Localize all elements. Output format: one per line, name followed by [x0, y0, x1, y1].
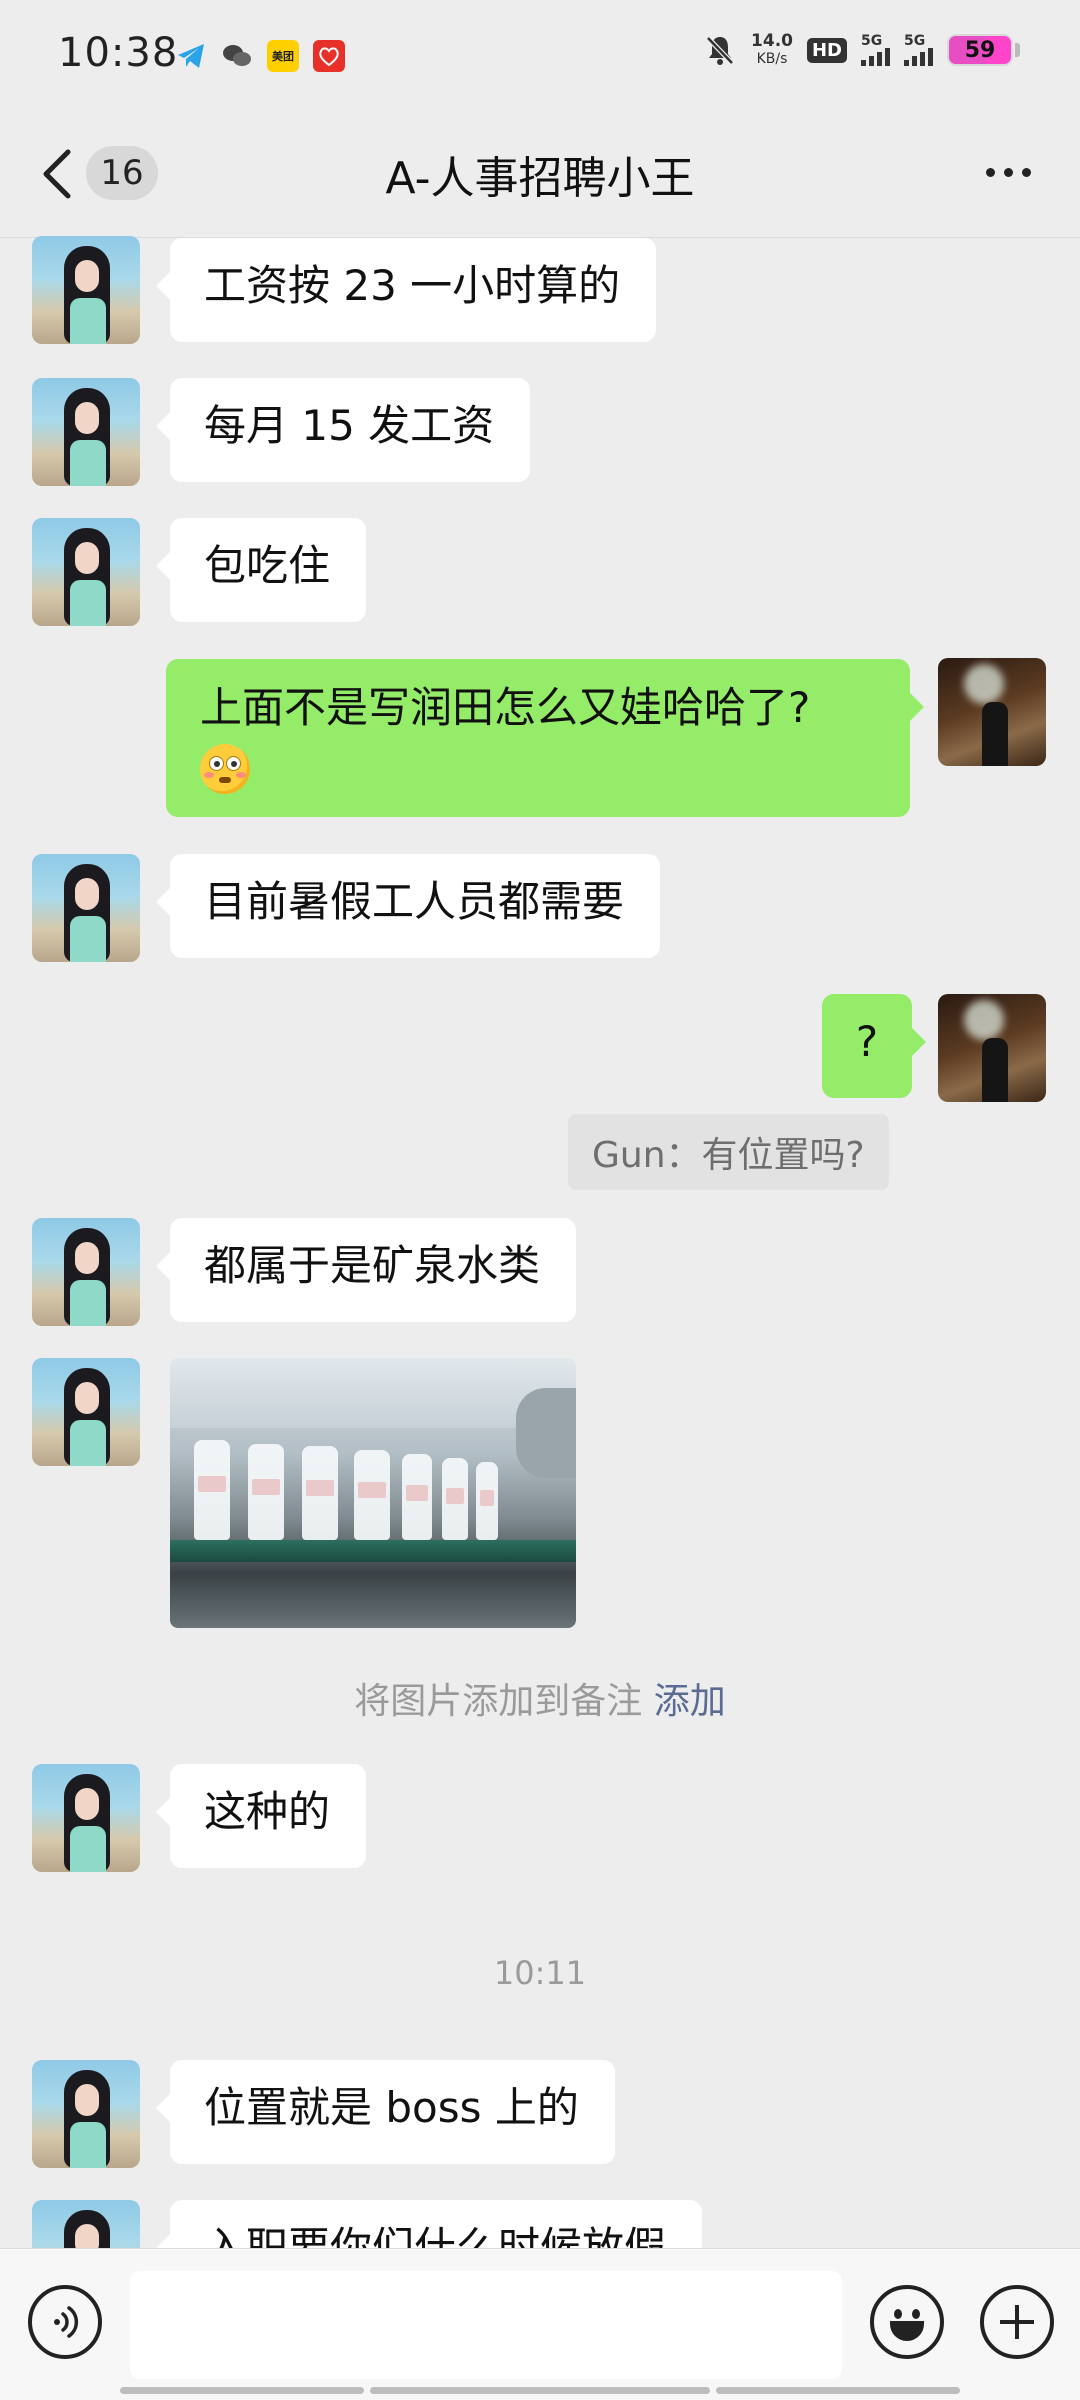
- chat-header: 16 A-人事招聘小王: [0, 110, 1080, 238]
- received-message[interactable]: 工资按 23 一小时算的: [155, 238, 657, 342]
- status-bar: 10:38 美团 14.0 KB/s HD 5G 5G 59: [0, 0, 1080, 110]
- emoji-eye: [894, 2309, 902, 2319]
- image-bottle: [302, 1446, 338, 1540]
- more-dot-icon: [986, 167, 995, 177]
- image-machine-arm: [516, 1388, 576, 1478]
- hd-badge: HD: [806, 37, 847, 63]
- contact-avatar[interactable]: [32, 1358, 140, 1466]
- add-image-note: 将图片添加到备注 添加: [0, 1672, 1080, 1724]
- message-input[interactable]: [130, 2271, 842, 2379]
- image-bottle: [402, 1454, 432, 1540]
- received-message[interactable]: 包吃住: [155, 518, 367, 622]
- received-message[interactable]: 这种的: [155, 1764, 367, 1868]
- image-conveyor: [170, 1540, 576, 1562]
- battery-icon: 59: [947, 34, 1013, 66]
- received-message[interactable]: 都属于是矿泉水类: [155, 1218, 577, 1322]
- nav-handle: [716, 2387, 960, 2394]
- image-bottle: [476, 1462, 498, 1540]
- app-icon: [313, 40, 345, 72]
- battery-indicator: 59: [947, 34, 1020, 66]
- received-image[interactable]: [170, 1358, 576, 1628]
- meituan-icon: 美团: [267, 40, 299, 72]
- mute-icon: [706, 36, 734, 65]
- more-dot-icon: [1004, 167, 1013, 177]
- emoji-mouth: [890, 2321, 924, 2341]
- my-avatar[interactable]: [938, 994, 1046, 1102]
- contact-avatar[interactable]: [32, 1218, 140, 1326]
- net-speed-unit: KB/s: [756, 51, 788, 67]
- telegram-icon: [175, 40, 207, 72]
- nav-handle: [370, 2387, 710, 2394]
- sent-message-text: 上面不是写润田怎么又娃哈哈了?: [200, 683, 811, 732]
- image-bottle: [194, 1440, 230, 1540]
- nav-handle: [120, 2387, 364, 2394]
- net-speed-value: 14.0: [751, 31, 793, 51]
- my-avatar[interactable]: [938, 658, 1046, 766]
- system-indicators: 14.0 KB/s HD 5G 5G 59: [703, 32, 1020, 68]
- message-timestamp: 10:11: [493, 1954, 587, 1992]
- sent-message[interactable]: ?: [822, 994, 926, 1098]
- signal-label: 5G: [904, 33, 926, 49]
- add-note-link[interactable]: 添加: [654, 1681, 726, 1722]
- sent-message[interactable]: 上面不是写润田怎么又娃哈哈了?: [166, 659, 924, 817]
- wechat-icon: [221, 40, 253, 72]
- voice-input-button[interactable]: [28, 2285, 102, 2359]
- signal-label: 5G: [861, 33, 883, 49]
- emoji-button[interactable]: [870, 2285, 944, 2359]
- flushed-face-emoji-icon: [200, 743, 250, 794]
- signal-strength-2: 5G: [904, 34, 933, 66]
- more-options-button[interactable]: [986, 160, 1042, 184]
- signal-bars-icon: [904, 48, 933, 66]
- input-bar: [0, 2248, 1080, 2400]
- more-functions-button[interactable]: [980, 2285, 1054, 2359]
- contact-avatar[interactable]: [32, 378, 140, 486]
- battery-tip: [1015, 43, 1020, 57]
- chat-title: A-人事招聘小王: [385, 153, 695, 204]
- contact-avatar[interactable]: [32, 1764, 140, 1872]
- image-bottle: [248, 1444, 284, 1540]
- notification-icons: 美团: [175, 40, 345, 72]
- emoji-eye: [912, 2309, 920, 2319]
- net-speed: 14.0 KB/s: [751, 32, 793, 68]
- voice-icon: [54, 2306, 79, 2338]
- signal-strength-1: 5G: [861, 34, 890, 66]
- contact-avatar[interactable]: [32, 236, 140, 344]
- quoted-reply[interactable]: Gun：有位置吗?: [568, 1114, 889, 1190]
- contact-avatar[interactable]: [32, 854, 140, 962]
- received-message[interactable]: 每月 15 发工资: [155, 378, 531, 482]
- received-message[interactable]: 位置就是 boss 上的: [156, 2060, 615, 2164]
- image-bottle: [442, 1458, 468, 1540]
- received-message[interactable]: 目前暑假工人员都需要: [155, 854, 661, 958]
- battery-level: 59: [964, 37, 996, 63]
- contact-avatar[interactable]: [32, 518, 140, 626]
- note-text: 将图片添加到备注: [354, 1681, 643, 1722]
- more-dot-icon: [1022, 167, 1031, 177]
- status-time: 10:38: [58, 30, 179, 76]
- image-bottle: [354, 1450, 390, 1540]
- contact-avatar[interactable]: [32, 2060, 140, 2168]
- signal-bars-icon: [861, 48, 890, 66]
